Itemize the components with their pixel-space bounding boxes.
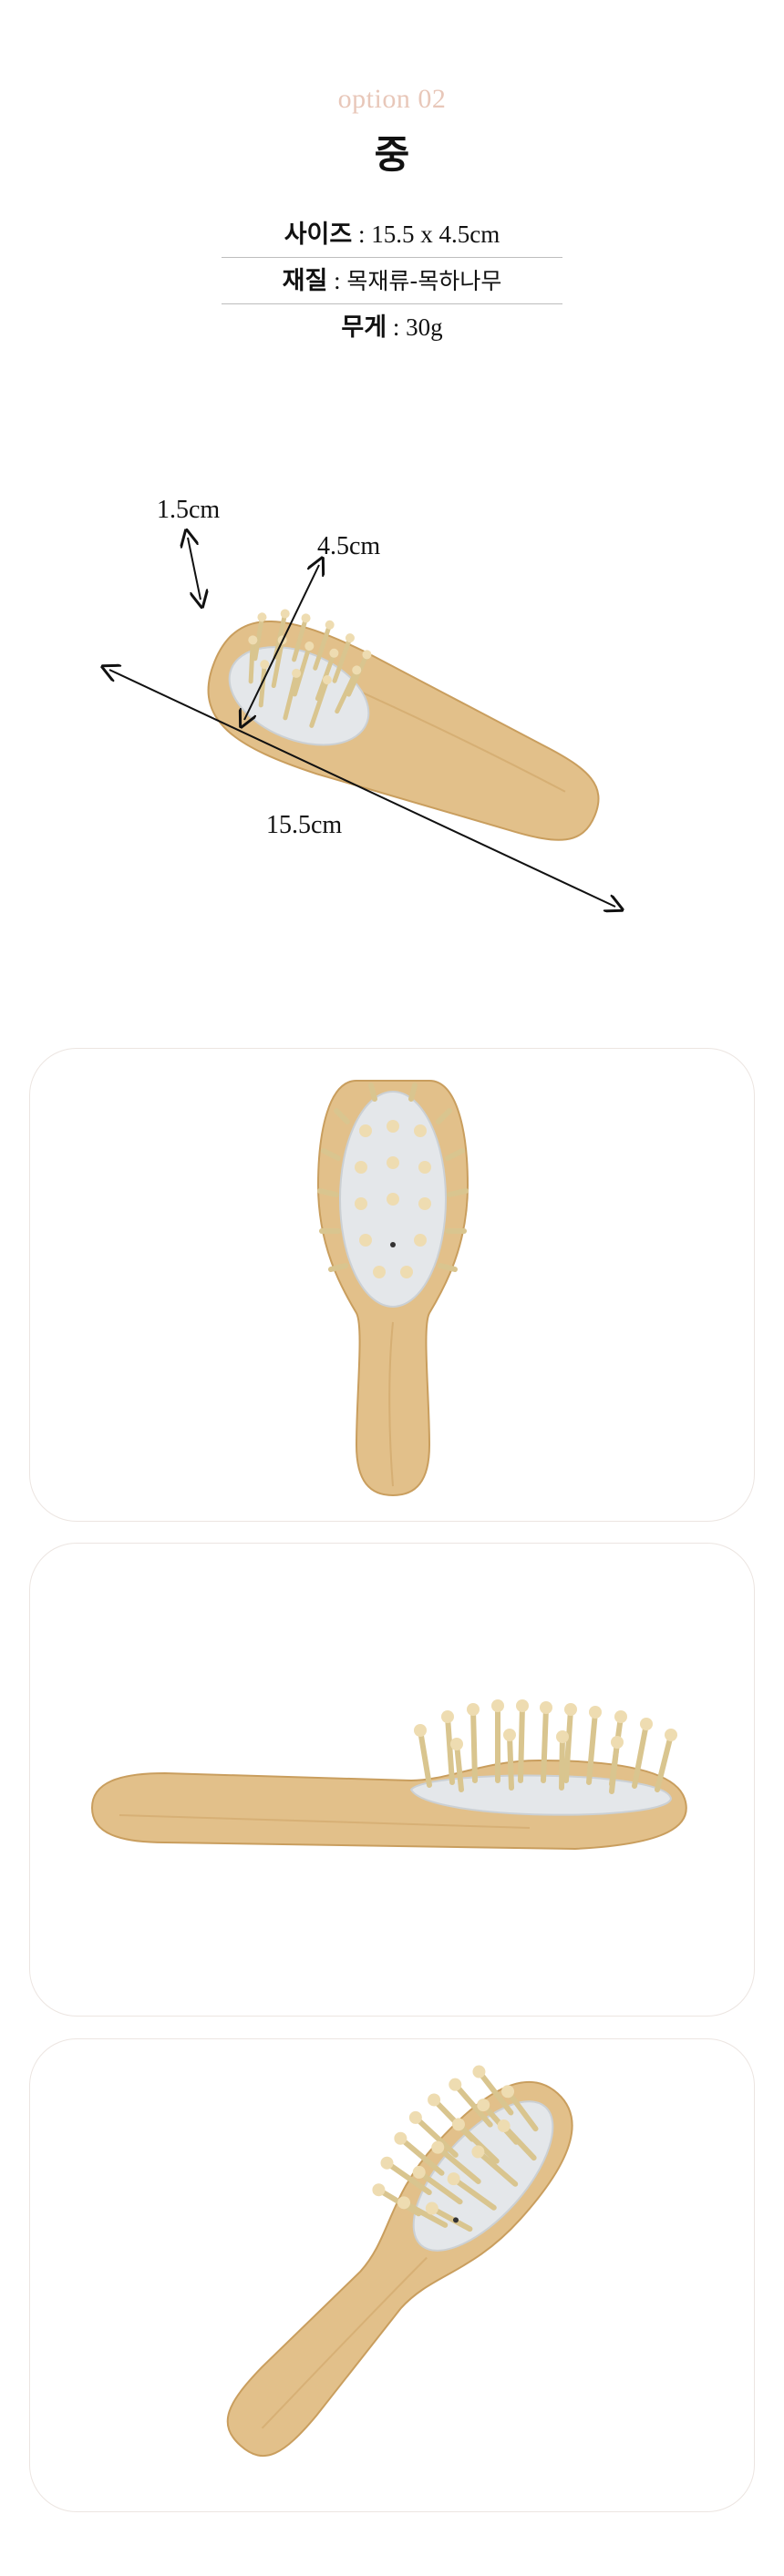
spec-separator: :: [327, 267, 347, 294]
spec-separator: :: [352, 221, 372, 248]
spec-key: 무게: [341, 313, 387, 342]
bristle-height-arrow: [188, 538, 201, 600]
spec-value: 15.5 x 4.5cm: [371, 221, 500, 248]
brush-front-view-image: [316, 1080, 469, 1497]
brush-dimension-illustration: [91, 474, 693, 948]
spec-key: 사이즈: [284, 221, 353, 249]
spec-value: 목재류-목하나무: [346, 268, 502, 294]
photo-card-angled: [29, 2038, 755, 2512]
spec-row-weight: 무게 : 30g: [222, 303, 562, 350]
brush-angled-view-image: [226, 2065, 573, 2457]
spec-value: 30g: [406, 313, 443, 341]
total-length-label: 15.5cm: [266, 811, 343, 839]
spec-separator: :: [387, 313, 407, 341]
spec-row-material: 재질 : 목재류-목하나무: [222, 257, 562, 303]
photo-card-front: [29, 1048, 755, 1522]
option-title: 중: [374, 132, 410, 177]
bristle-height-label: 1.5cm: [157, 496, 221, 524]
spec-key: 재질: [282, 267, 328, 295]
head-width-label: 4.5cm: [317, 532, 381, 560]
brush-diagonal-illustration: [207, 609, 600, 841]
spec-table: 사이즈 : 15.5 x 4.5cm 재질 : 목재류-목하나무 무게 : 30…: [222, 211, 562, 350]
dimension-figure: 1.5cm 4.5cm 15.5cm: [91, 474, 693, 948]
spec-row-size: 사이즈 : 15.5 x 4.5cm: [222, 211, 562, 257]
option-label: option 02: [337, 84, 447, 114]
brush-side-view-image: [90, 1699, 687, 1851]
photo-card-side: [29, 1543, 755, 2017]
